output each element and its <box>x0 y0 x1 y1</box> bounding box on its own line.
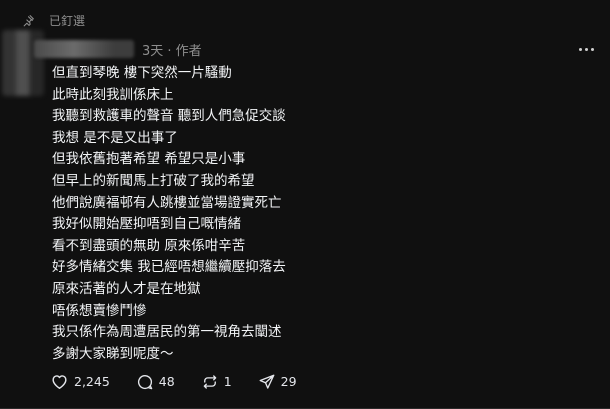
author-name[interactable] <box>34 40 134 58</box>
post-content: 但直到琴晚 樓下突然一片騷動 此時此刻我訓係床上 我聽到救護車的聲音 聽到人們急… <box>52 63 590 365</box>
post-line: 唔係想賣慘鬥慘 <box>52 302 147 319</box>
share-button[interactable]: 29 <box>258 373 297 391</box>
heart-icon <box>50 372 69 391</box>
repost-icon <box>201 373 219 391</box>
more-icon-dot <box>585 47 588 51</box>
post-line: 他們說廣福邨有人跳樓並當場證實死亡 <box>52 194 282 211</box>
repost-button[interactable]: 1 <box>201 373 232 391</box>
repost-count: 1 <box>223 374 232 389</box>
post-header: 3天 · 作者 <box>34 38 594 60</box>
post-line: 但我依舊抱著希望 希望只是小事 <box>52 151 246 168</box>
post-line: 多謝大家睇到呢度～ <box>52 345 174 362</box>
post-line: 看不到盡頭的無助 原來係咁辛苦 <box>52 237 246 254</box>
post-meta: 3天 · 作者 <box>142 43 202 59</box>
share-count: 29 <box>280 374 297 389</box>
post-line: 好多情緒交集 我已經唔想繼續壓抑落去 <box>52 259 286 276</box>
like-count: 2,245 <box>74 374 110 389</box>
post-line: 但早上的新聞馬上打破了我的希望 <box>52 172 255 189</box>
post-line: 原來活著的人才是在地獄 <box>52 280 201 297</box>
post-line: 我只係作為周遭居民的第一視角去闡述 <box>52 324 282 341</box>
send-icon <box>258 373 276 391</box>
more-icon <box>579 47 582 51</box>
like-button[interactable]: 2,245 <box>50 372 110 391</box>
pinned-label: 已釘選 <box>49 14 86 28</box>
pinned-indicator: 已釘選 <box>22 12 85 29</box>
more-options-button[interactable] <box>579 38 594 60</box>
post-line: 但直到琴晚 樓下突然一片騷動 <box>52 65 232 81</box>
post-line: 我聽到救護車的聲音 聽到人們急促交談 <box>52 108 286 125</box>
comment-count: 48 <box>158 374 175 389</box>
post-line: 我好似開始壓抑唔到自己嘅情緒 <box>52 216 241 233</box>
pin-icon <box>22 14 35 27</box>
post-line: 我想 是不是又出事了 <box>52 129 178 146</box>
comment-icon <box>136 373 154 391</box>
action-bar: 2,245 48 1 29 <box>50 372 297 391</box>
more-icon-dot <box>591 47 594 51</box>
comment-button[interactable]: 48 <box>136 373 175 391</box>
post-line: 此時此刻我訓係床上 <box>52 86 174 103</box>
